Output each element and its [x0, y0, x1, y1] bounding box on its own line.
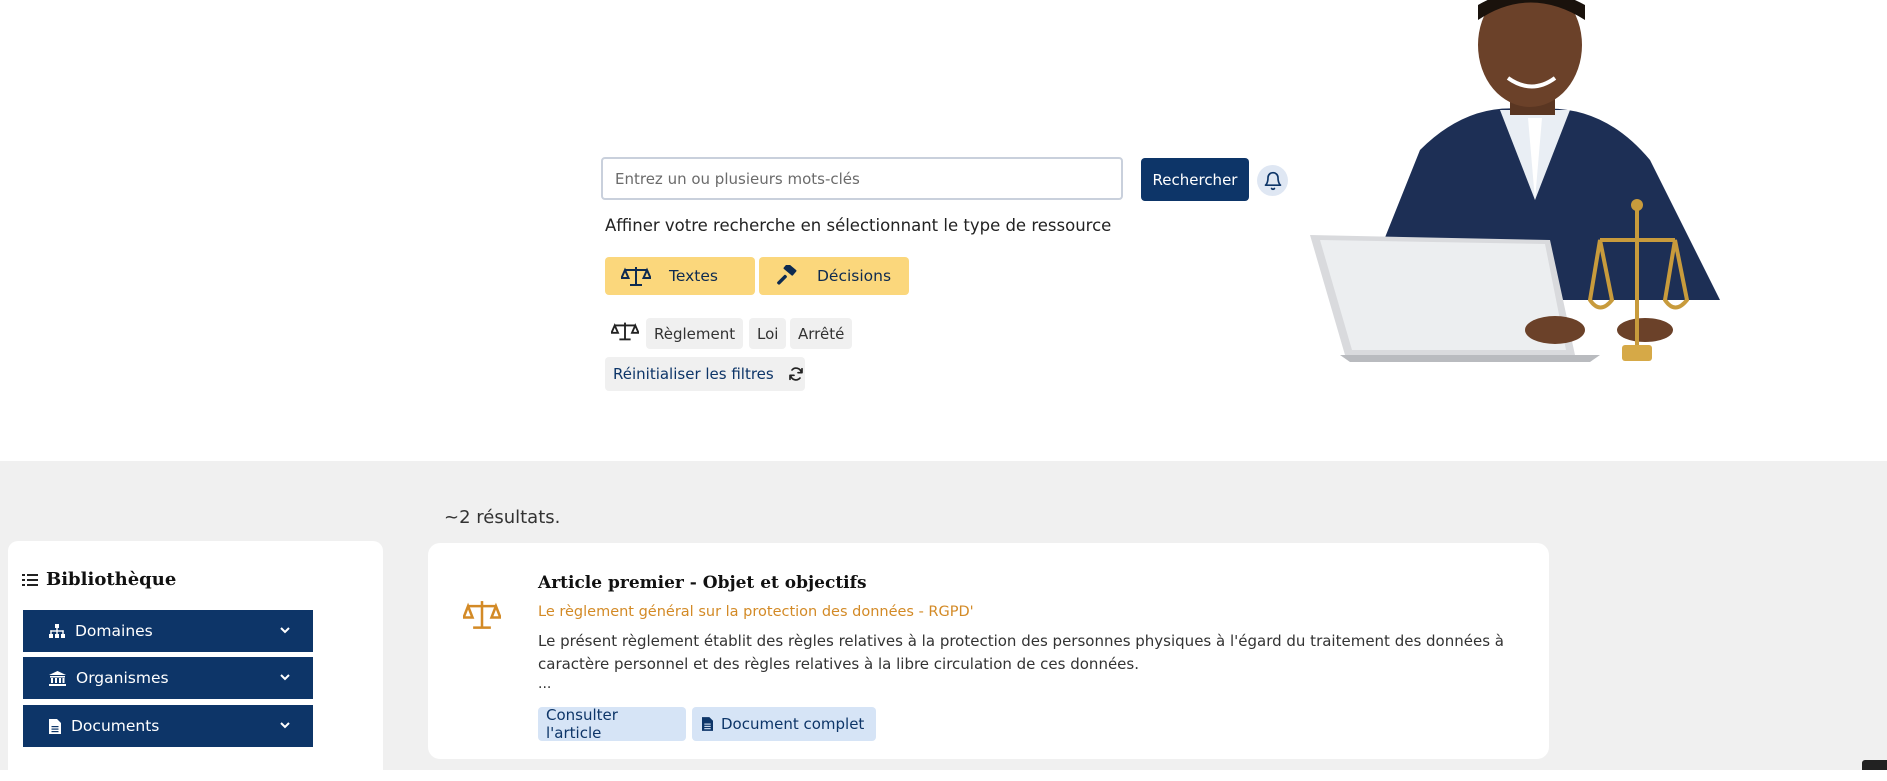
sidebar-item-documents[interactable]: Documents [23, 705, 313, 747]
scale-icon [461, 598, 503, 636]
chip-loi[interactable]: Loi [749, 318, 787, 349]
full-document-label: Document complet [721, 715, 865, 733]
chevron-down-icon [280, 674, 290, 681]
scroll-top-button[interactable] [1862, 760, 1887, 770]
sidebar-item-domaines[interactable]: Domaines [23, 610, 313, 652]
search-input[interactable] [601, 157, 1123, 200]
chevron-down-icon [280, 627, 290, 634]
result-ellipsis: ... [538, 676, 552, 692]
sidebar-title: Bibliothèque [22, 569, 176, 590]
hero-illustration [1310, 0, 1720, 362]
chip-reglement[interactable]: Règlement [646, 318, 744, 349]
sidebar-item-label: Documents [71, 717, 160, 735]
type-textes-button[interactable]: Textes [605, 257, 755, 295]
sidebar-item-label: Domaines [75, 622, 153, 640]
result-excerpt: Le présent règlement établit des règles … [538, 632, 1504, 673]
list-icon [22, 573, 38, 587]
sidebar-title-label: Bibliothèque [46, 569, 177, 590]
result-card: Article premier - Objet et objectifs Le … [428, 543, 1549, 759]
type-textes-label: Textes [669, 267, 718, 285]
scale-icon [621, 265, 651, 287]
consult-article-button[interactable]: Consulter l'article [538, 706, 686, 742]
sidebar-item-organismes[interactable]: Organismes [23, 657, 313, 699]
chip-arrete[interactable]: Arrêté [790, 318, 853, 349]
library-sidebar: Bibliothèque Domaines Organismes Documen… [8, 541, 383, 781]
bell-icon [1264, 171, 1281, 190]
type-decisions-label: Décisions [817, 267, 892, 285]
search-section: Rechercher Affiner votre recherche en sé… [0, 0, 1887, 461]
document-icon [702, 717, 713, 731]
refresh-icon [788, 366, 804, 382]
sidebar-item-label: Organismes [76, 669, 169, 687]
sitemap-icon [49, 624, 65, 638]
institution-icon [49, 670, 66, 686]
result-title[interactable]: Article premier - Objet et objectifs [538, 573, 867, 593]
reset-filters-label: Réinitialiser les filtres [613, 365, 774, 383]
full-document-button[interactable]: Document complet [692, 707, 876, 741]
reset-filters-button[interactable]: Réinitialiser les filtres [605, 357, 805, 391]
refine-text: Affiner votre recherche en sélectionnant… [605, 216, 1112, 235]
consult-article-label: Consulter l'article [546, 706, 618, 742]
chevron-down-icon [280, 722, 290, 729]
search-button[interactable]: Rechercher [1141, 158, 1249, 201]
type-decisions-button[interactable]: Décisions [759, 257, 909, 295]
gavel-icon [775, 265, 799, 287]
results-count: ~2 résultats. [444, 507, 561, 528]
document-icon [49, 718, 61, 734]
alert-button[interactable] [1257, 165, 1288, 196]
scale-icon [610, 320, 640, 346]
result-subtitle: Le règlement général sur la protection d… [538, 604, 974, 620]
